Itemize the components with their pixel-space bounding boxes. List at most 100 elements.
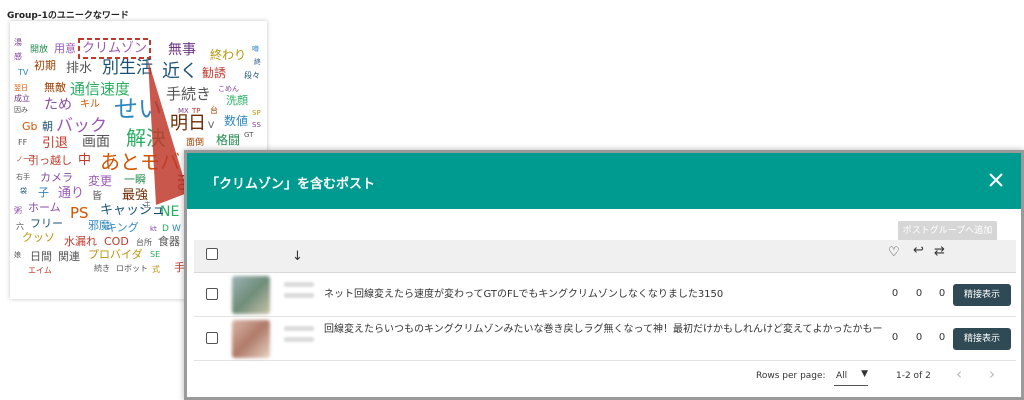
word-cloud-word: ホーム	[28, 201, 61, 214]
word-cloud-word: キング	[106, 220, 139, 234]
word-cloud-word: 続き	[94, 263, 110, 273]
word-cloud-word: 近く	[162, 61, 198, 82]
word-cloud-word: こめん	[218, 85, 239, 93]
word-cloud-word: 変更	[88, 173, 112, 188]
word-cloud-word: 皆	[92, 190, 102, 202]
word-cloud-word: 開放	[30, 43, 48, 55]
row-checkbox[interactable]	[206, 332, 218, 344]
blurred-meta	[284, 282, 314, 304]
next-page-icon[interactable]: ›	[989, 365, 995, 383]
word-cloud-word: 水漏れ	[64, 235, 97, 248]
heart-icon: ♡	[888, 245, 900, 260]
word-cloud-word: 初期	[34, 58, 56, 72]
word-cloud-word: 湯	[14, 37, 22, 47]
table-footer: Rows per page: All ▼ 1-2 of 2 ‹ ›	[194, 361, 1016, 397]
word-cloud-word: 成立	[14, 93, 30, 103]
word-cloud-word: D	[162, 224, 169, 234]
word-cloud-word: ロボット	[116, 264, 148, 273]
word-cloud-word: 排水	[66, 61, 92, 76]
word-cloud-word: PS	[70, 204, 89, 222]
reply-icon: ↩	[913, 243, 924, 258]
reply-count: 0	[915, 332, 923, 343]
sort-arrow-icon[interactable]: ↓	[292, 249, 303, 264]
word-cloud-word: 無事	[168, 42, 196, 58]
word-cloud-word: 引っ越し	[28, 153, 72, 167]
word-cloud-word: 式	[152, 264, 160, 274]
word-cloud-word: W	[172, 224, 181, 234]
repost-count: 0	[938, 332, 946, 343]
word-cloud-word: COD	[104, 235, 129, 248]
repost-icon: ⇄	[934, 244, 945, 259]
word-cloud-word: GT	[244, 131, 254, 139]
word-cloud-word: Gb	[22, 120, 38, 133]
select-all-checkbox[interactable]	[206, 248, 218, 260]
word-cloud-word: 食器	[158, 234, 180, 248]
word-cloud-word: 解決	[126, 126, 166, 150]
word-cloud-word: 翌日	[14, 84, 28, 92]
table-header: ↓ ♡ ↩ ⇄	[194, 240, 1016, 273]
word-cloud-word: 日間	[30, 250, 52, 263]
blurred-meta	[284, 326, 314, 348]
word-cloud-word: クリムゾン	[82, 41, 147, 56]
word-cloud-word: 袋	[20, 186, 27, 195]
word-cloud-word: kt	[150, 225, 157, 233]
caret-down-icon: ▼	[861, 369, 868, 379]
row-checkbox[interactable]	[206, 288, 218, 300]
word-cloud-word: キャッシュ	[100, 203, 165, 218]
word-cloud-word: クッソ	[22, 231, 55, 244]
word-cloud-word: あとモバ	[100, 150, 180, 174]
section-title: Group-1のユニークなワード	[7, 11, 129, 21]
word-cloud-word: プロバイダ	[88, 247, 143, 261]
word-cloud-word: 数値	[224, 113, 248, 128]
reply-count: 0	[915, 288, 923, 299]
like-count: 0	[891, 332, 899, 343]
avatar	[232, 276, 270, 314]
word-cloud-word: 噂	[252, 44, 259, 53]
word-cloud-word: 六	[16, 221, 24, 231]
word-cloud-word: バック	[56, 116, 107, 136]
rows-per-page-select[interactable]: All ▼	[834, 366, 868, 386]
word-cloud-word: 勧誘	[202, 66, 226, 80]
word-cloud-word: 娘	[14, 250, 21, 259]
word-cloud-word: 中	[78, 153, 91, 168]
word-cloud-word: TV	[17, 68, 29, 77]
word-cloud-word: エイム	[28, 266, 52, 275]
rows-per-page-label: Rows per page:	[756, 371, 826, 381]
word-cloud-word: ため	[44, 97, 72, 113]
word-cloud-word: 引退	[42, 136, 68, 151]
word-cloud-word: フリー	[30, 217, 63, 230]
word-cloud-word: 右手	[16, 172, 30, 181]
post-text: ネット回線変えたら速度が変わってGTのFLでもキングクリムゾンしなくなりました3…	[324, 289, 724, 300]
word-cloud-word: 終わり	[210, 47, 246, 62]
word-cloud-word: カメラ	[40, 171, 73, 184]
word-cloud-word: 終	[254, 57, 261, 66]
word-cloud-word: 手続き	[166, 85, 211, 103]
close-button[interactable]	[985, 169, 1007, 191]
repost-count: 0	[938, 288, 946, 299]
avatar	[232, 320, 270, 358]
word-cloud-word: 因み	[14, 106, 28, 114]
word-cloud-word: 無敵	[44, 80, 66, 94]
word-cloud-word: 朝	[42, 120, 53, 133]
detail-button[interactable]: 精接表示	[953, 328, 1011, 350]
page-range: 1-2 of 2	[896, 371, 931, 381]
word-cloud-word: 画面	[82, 134, 110, 150]
rows-per-page-value: All	[836, 371, 848, 381]
word-cloud-word: 台	[210, 105, 218, 115]
word-cloud-word: 子	[38, 186, 49, 199]
prev-page-icon[interactable]: ‹	[956, 365, 962, 383]
add-to-post-group-button[interactable]: ポストグループへ追加	[898, 221, 997, 241]
word-cloud-word: 段々	[244, 70, 260, 80]
word-cloud-word: 別生活	[102, 58, 153, 78]
like-count: 0	[891, 288, 899, 299]
word-cloud-word: 感	[14, 51, 22, 61]
detail-button[interactable]: 精接表示	[953, 284, 1011, 306]
word-cloud-word: せい	[114, 95, 162, 123]
table-row: ネット回線変えたら速度が変わってGTのFLでもキングクリムゾンしなくなりました3…	[194, 273, 1016, 317]
table-row: 回線変えたらいつものキングクリムゾンみたいな巻き戻しラグ無くなって神！最初だけか…	[194, 317, 1016, 361]
modal-header: 「クリムゾン」を含むポスト	[187, 153, 1021, 209]
modal-title: 「クリムゾン」を含むポスト	[206, 177, 376, 192]
post-text: 回線変えたらいつものキングクリムゾンみたいな巻き戻しラグ無くなって神！最初だけか…	[324, 324, 883, 335]
word-cloud-word: 用意	[54, 41, 76, 55]
word-cloud-word: SS	[252, 121, 261, 129]
